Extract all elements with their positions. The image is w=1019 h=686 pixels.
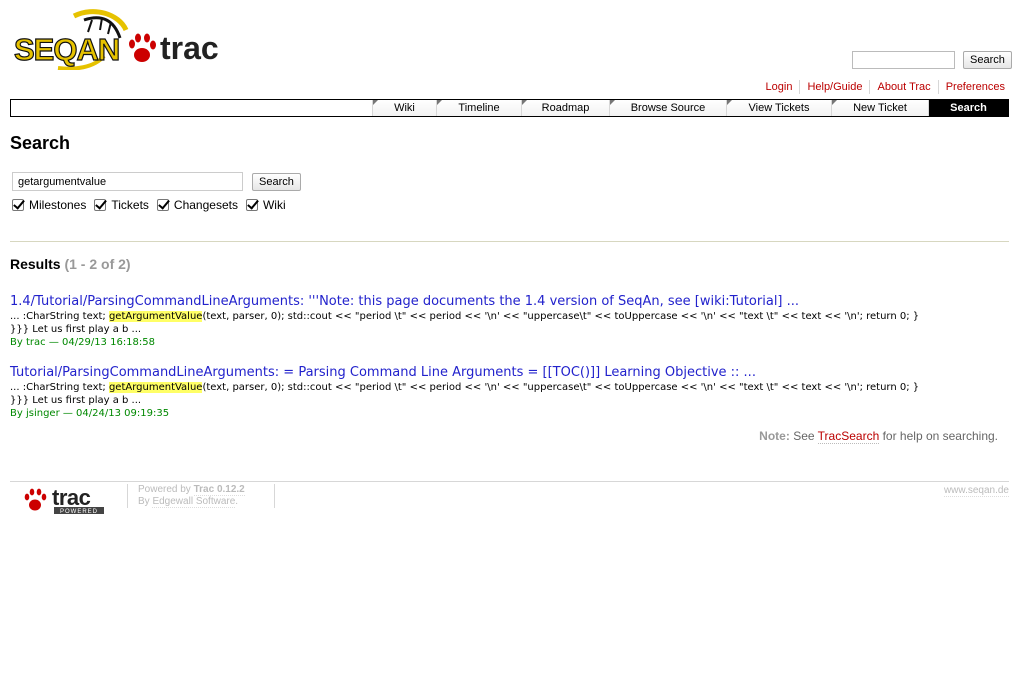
- trac-powered-logo[interactable]: trac POWERED: [22, 484, 108, 516]
- nav-tab-timeline[interactable]: Timeline: [436, 100, 521, 116]
- main-nav: Wiki Timeline Roadmap Browse Source View…: [10, 99, 1009, 117]
- excerpt-text: }}} Let us first play a b ...: [10, 324, 142, 335]
- result-excerpt: ... :CharString text; getArgumentValue(t…: [10, 381, 1000, 407]
- page-title: Search: [10, 133, 71, 153]
- results-heading: Results (1 - 2 of 2): [10, 256, 131, 272]
- milestones-checkbox[interactable]: [12, 199, 24, 211]
- trac-logo-text: trac: [160, 30, 219, 66]
- nav-tab-new-ticket[interactable]: New Ticket: [831, 100, 928, 116]
- changesets-checkbox[interactable]: [156, 199, 169, 211]
- search-filters: Milestones Tickets Changesets Wiki: [12, 198, 294, 212]
- nav-tab-wiki[interactable]: Wiki: [372, 100, 436, 116]
- excerpt-highlight: getArgumentValue: [108, 382, 203, 393]
- result-author: trac: [25, 337, 46, 348]
- excerpt-highlight: getArgumentValue: [108, 311, 203, 322]
- paw-icon: [129, 33, 156, 62]
- search-result: 1.4/Tutorial/ParsingCommandLineArguments…: [10, 294, 1000, 350]
- note-text: for help on searching.: [882, 429, 998, 443]
- footer-trac-text: trac: [52, 485, 91, 510]
- note-label: Note:: [759, 429, 790, 443]
- footer-divider: [10, 481, 1009, 482]
- header-search: Search: [852, 51, 1012, 69]
- footer-powered-by: Powered by Trac 0.12.2 By Edgewall Softw…: [127, 484, 275, 508]
- search-result: Tutorial/ParsingCommandLineArguments: = …: [10, 365, 1000, 421]
- result-date: 04/24/13 09:19:35: [76, 408, 170, 419]
- powered-by-label: Powered by: [138, 484, 191, 495]
- search-query-input[interactable]: [12, 172, 243, 191]
- excerpt-text: (text, parser, 0); std::cout << "period …: [202, 382, 920, 393]
- filter-wiki[interactable]: Wiki: [245, 198, 286, 212]
- tracsearch-link[interactable]: TracSearch: [817, 429, 880, 444]
- tickets-checkbox[interactable]: [94, 199, 107, 211]
- excerpt-text: }}} Let us first play a b ...: [10, 395, 142, 406]
- paw-icon: [24, 488, 47, 511]
- excerpt-text: ... :CharString text;: [10, 311, 109, 322]
- filter-changesets[interactable]: Changesets: [156, 198, 238, 212]
- excerpt-text: (text, parser, 0); std::cout << "period …: [202, 311, 920, 322]
- result-title-link[interactable]: 1.4/Tutorial/ParsingCommandLineArguments…: [10, 294, 1000, 310]
- trac-version-link[interactable]: Trac 0.12.2: [193, 484, 245, 496]
- filter-label: Milestones: [29, 198, 87, 212]
- header-search-button[interactable]: Search: [963, 51, 1012, 69]
- filter-label: Tickets: [111, 198, 149, 212]
- result-title-link[interactable]: Tutorial/ParsingCommandLineArguments: = …: [10, 365, 1000, 381]
- metanav-login[interactable]: Login: [759, 80, 800, 94]
- metanav-help-guide[interactable]: Help/Guide: [799, 80, 869, 94]
- header-search-input[interactable]: [852, 51, 955, 69]
- search-form: Search: [12, 172, 301, 191]
- help-note: Note: See TracSearch for help on searchi…: [759, 429, 998, 444]
- wiki-checkbox[interactable]: [245, 199, 258, 211]
- by-label: By: [138, 496, 150, 507]
- filter-milestones[interactable]: Milestones: [12, 198, 86, 212]
- results-range: (1 - 2 of 2): [64, 256, 131, 272]
- footer-site: www.seqan.de: [943, 485, 1009, 497]
- footer-powered-text: POWERED: [60, 509, 98, 515]
- seqan-trac-logo[interactable]: SEQAN trac: [14, 8, 234, 70]
- result-meta: By jsinger — 04/24/13 09:19:35: [10, 408, 170, 419]
- result-meta: By trac — 04/29/13 16:18:58: [10, 337, 156, 348]
- note-text: See: [793, 429, 815, 443]
- edgewall-link[interactable]: Edgewall Software: [152, 496, 236, 508]
- filter-label: Wiki: [262, 198, 286, 212]
- nav-tab-search[interactable]: Search: [928, 100, 1008, 116]
- excerpt-text: ... :CharString text;: [10, 382, 109, 393]
- result-date: 04/29/13 16:18:58: [62, 337, 156, 348]
- nav-tab-view-tickets[interactable]: View Tickets: [726, 100, 831, 116]
- filter-tickets[interactable]: Tickets: [94, 198, 149, 212]
- metanav: Login Help/Guide About Trac Preferences: [759, 80, 1005, 94]
- site-link[interactable]: www.seqan.de: [943, 485, 1009, 497]
- nav-tab-roadmap[interactable]: Roadmap: [521, 100, 609, 116]
- nav-tab-browse-source[interactable]: Browse Source: [609, 100, 726, 116]
- result-author: jsinger: [25, 408, 60, 419]
- divider: [10, 241, 1009, 242]
- search-submit-button[interactable]: Search: [252, 172, 301, 191]
- results-title: Results: [10, 256, 61, 272]
- metanav-preferences[interactable]: Preferences: [937, 80, 1005, 94]
- metanav-about-trac[interactable]: About Trac: [869, 80, 937, 94]
- result-excerpt: ... :CharString text; getArgumentValue(t…: [10, 310, 1000, 336]
- filter-label: Changesets: [173, 198, 238, 212]
- seqan-logo-text: SEQAN: [14, 32, 119, 67]
